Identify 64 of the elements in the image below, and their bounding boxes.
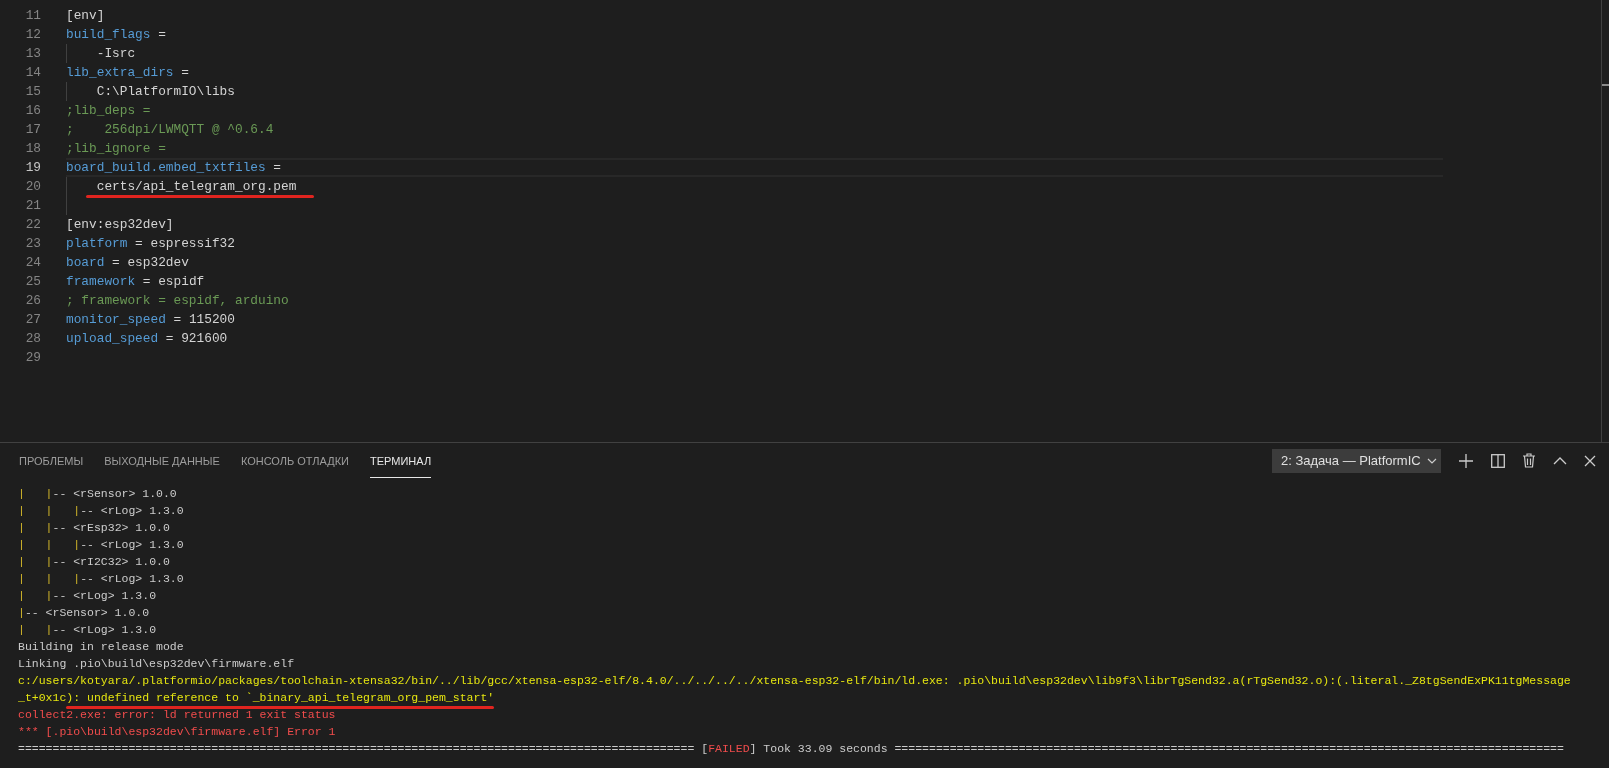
line-number: 19 [24,159,42,177]
line-number: 22 [24,216,42,234]
terminal-line: Building in release mode [18,639,185,655]
code-line: lib_extra_dirs = [66,64,189,82]
code-line: board_build.embed_txtfiles = [66,160,282,175]
code-line: board = esp32dev [66,254,189,272]
close-icon[interactable] [1584,454,1596,467]
line-number: 13 [24,45,42,63]
terminal-line: |-- <rSensor> 1.0.0 [18,605,151,621]
terminal-line: _t+0x1c): undefined reference to `_binary_api_telegram_org_pem_start' [18,689,1609,706]
panel-tab[interactable]: ПРОБЛЕМЫ [19,443,84,478]
terminal-line: | | |-- <rLog> 1.3.0 [18,537,185,553]
line-number: 29 [24,349,42,367]
line-number: 17 [24,121,42,139]
panel-tab[interactable]: ВЫХОДНЫЕ ДАННЫЕ [104,443,220,478]
line-number: 28 [24,330,42,348]
code-line: ;lib_deps = [66,102,151,120]
code-line: [env] [66,7,105,25]
code-line: [env:esp32dev] [66,216,174,234]
line-number: 12 [24,26,42,44]
line-number: 25 [24,273,42,291]
code-line: -Isrc [95,45,136,63]
terminal-line: | | |-- <rLog> 1.3.0 [18,503,185,519]
terminal-line: *** [.pio\build\esp32dev\firmware.elf] Error 1 [18,724,337,740]
terminal-line: | |-- <rEsp32> 1.0.0 [18,520,171,536]
panel-tab[interactable]: ТЕРМИНАЛ [370,443,432,478]
code-line: monitor_speed = 115200 [66,311,235,329]
terminal-line: c:/users/kotyara/.platformio/packages/toolchain-xtensa32/bin/../lib/gcc/xtensa-esp32-elf/8.4.0/../../../../xtensa-esp32-elf/bin/ld.exe: .pio\build\esp32dev\lib9f3\librTgSend32.a(rTgSend32.o):(.literal._Z8tgSendExPK11tgMessage [18,673,1572,689]
terminal-line: collect2.exe: error: ld returned 1 exit status [18,707,337,723]
terminal-dropdown[interactable]: 2: Задача — PlatformIC [1272,448,1441,473]
line-number: 23 [24,235,42,253]
code-line: build_flags = [66,26,166,44]
code-line: certs/api_telegram_org.pem [66,177,297,196]
terminal-line: | | |-- <rLog> 1.3.0 [18,571,185,587]
code-line: ; 256dpi/LWMQTT @ ^0.6.4 [66,121,274,139]
line-number: 18 [24,140,42,158]
editor-scrollbar[interactable] [1601,0,1609,442]
code-line: C:\PlatformIO\libs [95,83,235,101]
code-line: ; framework = espidf, arduino [66,292,289,310]
split-icon[interactable] [1491,453,1505,468]
terminal-line: | |-- <rLog> 1.3.0 [18,588,158,604]
line-number: 27 [24,311,42,329]
line-number: 24 [24,254,42,272]
trash-icon[interactable] [1522,453,1536,468]
line-number: 15 [24,83,42,101]
code-line: framework = espidf [66,273,205,291]
chevron-up-icon[interactable] [1553,456,1567,465]
terminal-line: | |-- <rSensor> 1.0.0 [18,486,178,502]
code-line: ;lib_ignore = [66,140,166,158]
code-line: upload_speed = 921600 [66,330,228,348]
line-number: 14 [24,64,42,82]
terminal-line: | |-- <rLog> 1.3.0 [18,622,158,638]
terminal-line: Linking .pio\build\esp32dev\firmware.elf [18,656,296,672]
plus-icon[interactable] [1458,452,1474,469]
chevron-down-icon [1426,457,1437,464]
line-number: 21 [24,197,42,215]
line-number: 11 [24,7,42,25]
panel-tab[interactable]: КОНСОЛЬ ОТЛАДКИ [240,443,349,478]
line-number: 26 [24,292,42,310]
line-number: 16 [24,102,42,120]
code-line: platform = espressif32 [66,235,235,253]
line-number: 20 [24,178,42,196]
terminal-line: | |-- <rI2C32> 1.0.0 [18,554,171,570]
terminal-line: ================================================================================================== [FAILED] Took 33.09 seconds ================================================================================================= [18,741,1565,757]
